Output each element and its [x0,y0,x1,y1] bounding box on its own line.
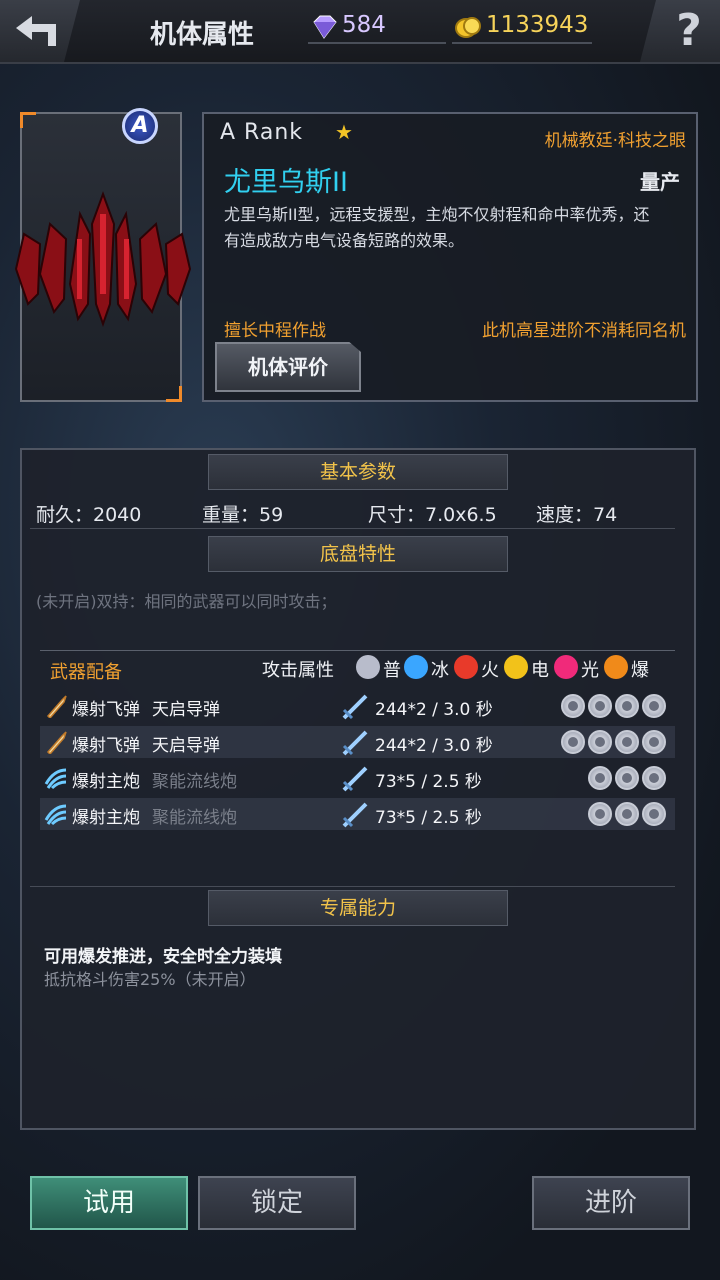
weapon-damage: 73*5 / 2.5 秒 [375,772,482,792]
element-slot-icon [615,766,639,790]
element-slot-icon [615,730,639,754]
weapon-name: 天启导弹 [152,700,220,720]
element-label: 火 [481,660,499,681]
star-advance-note: 此机高星进阶不消耗同名机 [482,321,686,341]
exclusive-ability-header: 专属能力 [208,890,508,926]
back-arrow-icon [16,16,56,46]
weapon-type: 爆射飞弹 [72,736,140,756]
weapon-name: 天启导弹 [152,736,220,756]
weapon-type: 爆射主炮 [72,808,140,828]
divider [30,886,675,887]
speed-stat: 速度：74 [536,504,618,526]
sword-icon [340,728,370,758]
cannon-icon [44,766,68,790]
gold-coin-icon [455,17,481,38]
ice-element-icon [404,655,428,679]
element-slot-icon [588,766,612,790]
weight-stat: 重量：59 [202,504,284,526]
page-title: 机体属性 [150,20,255,50]
fire-element-icon [454,655,478,679]
star-icon: ★ [335,120,353,144]
advance-button[interactable]: 进阶 [532,1176,690,1230]
weapons-title: 武器配备 [50,662,122,683]
gold-counter: 1133943 [452,10,592,44]
try-button[interactable]: 试用 [30,1176,188,1230]
divider [30,528,675,529]
element-label: 冰 [431,660,449,681]
top-bar: 机体属性 584 1133943 ? [0,0,720,64]
specialty-label: 擅长中程作战 [224,321,326,341]
element-label: 电 [531,660,549,681]
element-slot-icon [642,730,666,754]
mech-image [14,191,192,328]
element-slot-icon [588,694,612,718]
weapon-type: 爆射飞弹 [72,700,140,720]
light-element-icon [554,655,578,679]
basic-params-header: 基本参数 [208,454,508,490]
lock-button[interactable]: 锁定 [198,1176,356,1230]
element-slot-icon [642,802,666,826]
gem-count: 584 [342,12,386,38]
production-type: 量产 [640,170,680,194]
element-label: 爆 [631,660,649,681]
weapon-name: 聚能流线炮 [152,772,237,792]
ability-title: 可用爆发推进，安全时全力装填 [44,947,282,967]
mech-review-button[interactable]: 机体评价 [215,342,361,392]
help-button[interactable]: ? [640,0,720,62]
element-label: 光 [581,660,599,681]
weapon-damage: 73*5 / 2.5 秒 [375,808,482,828]
sword-icon [340,692,370,722]
size-stat: 尺寸：7.0x6.5 [368,504,497,526]
weapon-damage: 244*2 / 3.0 秒 [375,736,493,756]
mech-name: 尤里乌斯II [224,167,348,198]
explosive-element-icon [604,655,628,679]
back-button[interactable] [0,0,80,62]
element-label: 普 [383,660,401,681]
gem-counter: 584 [308,10,446,44]
diamond-icon [313,15,337,39]
ability-description: 抵抗格斗伤害25%（未开启） [44,970,256,989]
weapon-type: 爆射主炮 [72,772,140,792]
durability-stat: 耐久：2040 [36,504,142,526]
rank-label: A Rank [220,120,304,145]
chassis-trait: (未开启)双持：相同的武器可以同时攻击； [36,592,337,611]
element-slot-icon [561,730,585,754]
rank-badge: A [122,108,158,144]
element-slot-icon [588,730,612,754]
element-slot-icon [615,802,639,826]
faction-label: 机械教廷·科技之眼 [544,131,686,151]
normal-element-icon [356,655,380,679]
element-slot-icon [642,766,666,790]
missile-icon [44,694,68,720]
element-slot-icon [642,694,666,718]
sword-icon [340,764,370,794]
electric-element-icon [504,655,528,679]
sword-icon [340,800,370,830]
element-slot-icon [588,802,612,826]
chassis-header: 底盘特性 [208,536,508,572]
mech-card [14,112,192,402]
mech-description: 尤里乌斯II型，远程支援型，主炮不仅射程和命中率优秀，还有造成敌方电气设备短路的… [224,205,650,250]
element-slot-icon [615,694,639,718]
weapon-damage: 244*2 / 3.0 秒 [375,700,493,720]
attack-attribute-label: 攻击属性 [262,660,334,681]
weapon-name: 聚能流线炮 [152,808,237,828]
element-slot-icon [561,694,585,718]
gold-count: 1133943 [486,12,589,38]
missile-icon [44,730,68,756]
cannon-icon [44,802,68,826]
